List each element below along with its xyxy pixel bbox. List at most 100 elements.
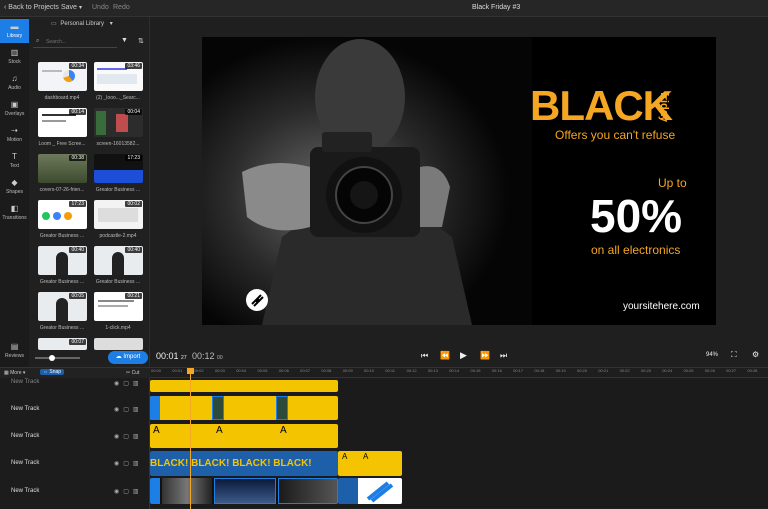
lock-icon[interactable]: ▢	[123, 489, 133, 495]
playhead-handle[interactable]	[187, 368, 194, 374]
media-thumbnail[interactable]: 17:23	[38, 200, 87, 229]
eye-icon[interactable]: ◉	[114, 461, 123, 467]
rail-reviews-tab[interactable]: ▤ Reviews	[0, 339, 29, 363]
media-thumbnail[interactable]: 00:21	[94, 292, 143, 321]
video-preview[interactable]: BLACK friday Offers you can't refuse Up …	[202, 37, 716, 325]
playhead[interactable]	[190, 368, 191, 509]
skip-end-icon[interactable]: ⏭	[500, 351, 507, 361]
electronics-label: on all electronics	[591, 243, 681, 257]
rewind-icon[interactable]: ⏪	[440, 351, 450, 360]
duration-badge: 00:40	[69, 247, 86, 253]
duration-badge: 00:40	[125, 247, 142, 253]
current-time-value: 00:01	[156, 351, 179, 361]
rail-library-tab[interactable]: ▬ Library	[0, 19, 29, 43]
rail-text-tab[interactable]: T Text	[0, 149, 29, 173]
time-ruler[interactable]: 00:00 00:01 00:02 00:03 00:04 00:05 00:06 00:07…	[150, 368, 768, 378]
rail-audio-tab[interactable]: ♫ Audio	[0, 71, 29, 95]
lock-icon[interactable]: ▢	[123, 407, 133, 413]
media-thumbnail[interactable]: 00:07	[38, 338, 87, 350]
media-thumbnail[interactable]: 00:38	[38, 154, 87, 183]
ruler-tick-label: 00:10	[364, 368, 375, 373]
media-thumbnail[interactable]: 00:40	[38, 246, 87, 275]
track-controls: ◉▢▥	[114, 460, 143, 467]
rail-shapes-tab[interactable]: ◆ Shapes	[0, 175, 29, 199]
image-strip-clip[interactable]: BLACK! BLACK! BLACK! BLACK!	[150, 451, 338, 476]
ruler-tick-label: 00:17	[513, 368, 524, 373]
track-name[interactable]: New Track	[11, 488, 39, 494]
eye-icon[interactable]: ◉	[114, 489, 123, 495]
duration-badge: 17:23	[125, 155, 142, 161]
skip-start-icon[interactable]: ⏮	[421, 351, 428, 361]
media-thumbnail[interactable]: 00:34	[38, 62, 87, 91]
trash-icon[interactable]: ▥	[133, 461, 143, 467]
eye-icon[interactable]: ◉	[114, 407, 123, 413]
trash-icon[interactable]: ▥	[133, 489, 143, 495]
save-menu-chevron-icon[interactable]: ▾	[79, 4, 82, 11]
timeline-clip[interactable]	[150, 380, 338, 392]
text-clip[interactable]: A A A	[150, 424, 338, 448]
lock-icon[interactable]: ▢	[123, 461, 133, 467]
video-clip[interactable]	[150, 478, 338, 504]
trash-icon[interactable]: ▥	[133, 434, 143, 440]
more-menu-button[interactable]: ▦ More ▾	[4, 370, 25, 376]
thumbnail-size-slider[interactable]	[35, 355, 80, 361]
search-input[interactable]	[46, 37, 114, 47]
zoom-level[interactable]: 94%	[706, 352, 718, 358]
track-name[interactable]: New Track	[11, 433, 39, 439]
search-box[interactable]: ⌕	[33, 37, 117, 48]
snap-toggle[interactable]: ⇔ Snap	[40, 369, 65, 375]
save-button[interactable]: Save	[61, 4, 77, 11]
media-name: Loom _ Free Scree...	[38, 141, 86, 147]
back-to-projects-link[interactable]: ‹ Back to Projects	[4, 4, 59, 11]
text-clip[interactable]: A A	[338, 451, 402, 476]
play-icon[interactable]: ▶	[460, 350, 467, 361]
trash-icon[interactable]: ▥	[133, 407, 143, 413]
ruler-tick-label: 00:16	[491, 368, 502, 373]
media-thumbnail[interactable]: 00:02	[94, 200, 143, 229]
ruler-tick-label: 00:09	[342, 368, 353, 373]
track-controls: ◉▢▥	[114, 406, 143, 413]
media-thumbnail[interactable]: 00:05	[38, 292, 87, 321]
undo-button[interactable]: Undo	[92, 4, 109, 11]
rail-stock-tab[interactable]: ▥ Stock	[0, 45, 29, 69]
sort-icon[interactable]: ⇅	[138, 37, 144, 45]
eye-icon[interactable]: ◉	[114, 434, 123, 440]
rail-overlays-tab[interactable]: ▣ Overlays	[0, 97, 29, 121]
eye-icon[interactable]: ◉	[114, 381, 123, 387]
cloud-upload-icon: ☁	[115, 354, 122, 360]
redo-button[interactable]: Redo	[113, 4, 130, 11]
duration-badge: 00:05	[69, 293, 86, 299]
fast-forward-icon[interactable]: ⏩	[480, 351, 490, 360]
media-thumbnail[interactable]: 00:04	[94, 108, 143, 137]
track-name[interactable]: New Track	[11, 406, 39, 412]
fullscreen-icon[interactable]: ⛶	[731, 350, 737, 360]
slider-handle[interactable]	[49, 355, 55, 361]
rail-transitions-tab[interactable]: ◧ Transitions	[0, 201, 29, 225]
rail-motion-tab[interactable]: ⇢ Motion	[0, 123, 29, 147]
settings-gear-icon[interactable]: ⚙	[752, 350, 759, 359]
media-name: 1-click.mp4	[105, 325, 131, 331]
media-name: podcastle-2.mp4	[99, 233, 137, 239]
ruler-tick-label: 00:13	[427, 368, 438, 373]
timeline-clip[interactable]	[150, 396, 338, 420]
filter-icon[interactable]: ▼	[121, 37, 128, 44]
ruler-tick-label: 00:04	[236, 368, 247, 373]
lock-icon[interactable]: ▢	[123, 381, 133, 387]
media-name: Greator Business ...	[39, 279, 85, 285]
media-thumbnail[interactable]	[94, 338, 143, 350]
up-to-label: Up to	[658, 176, 687, 190]
library-dropdown[interactable]: ▭ Personal Library ▾	[51, 20, 129, 30]
media-thumbnail[interactable]: 03:46	[94, 62, 143, 91]
lock-icon[interactable]: ▢	[123, 434, 133, 440]
media-thumbnail[interactable]: 00:14	[38, 108, 87, 137]
media-thumbnail[interactable]: 00:40	[94, 246, 143, 275]
cut-button[interactable]: ✂ Cut	[126, 370, 139, 376]
import-button[interactable]: ☁ Import	[108, 351, 148, 364]
logo-clip[interactable]	[338, 478, 402, 504]
media-thumbnail[interactable]: 17:23	[94, 154, 143, 183]
track-name[interactable]: New Track	[11, 379, 39, 385]
trash-icon[interactable]: ▥	[133, 381, 143, 387]
track-name[interactable]: New Track	[11, 460, 39, 466]
media-name: Greator Business ...	[39, 233, 85, 239]
ruler-tick-label: 00:12	[406, 368, 417, 373]
